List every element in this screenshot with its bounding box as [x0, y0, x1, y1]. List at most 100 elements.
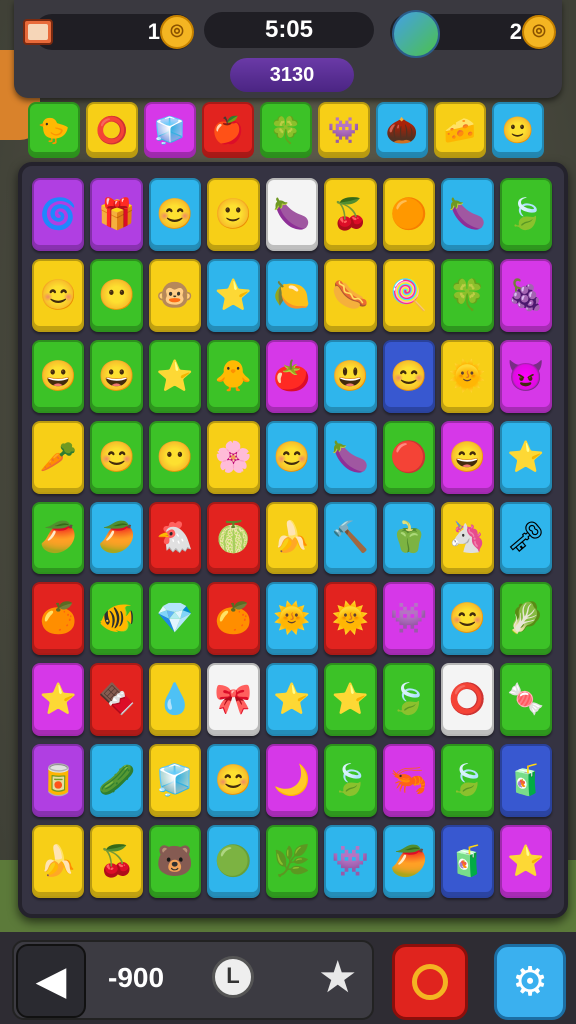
game-tile[interactable]: 😊 [148, 178, 202, 251]
game-tile[interactable]: 😈 [499, 339, 552, 413]
game-tile[interactable]: 🐥 [207, 339, 260, 413]
game-tile[interactable]: 🦄 [441, 501, 494, 575]
settings-button[interactable]: ⚙ [494, 944, 566, 1020]
game-tile[interactable]: 🧊 [148, 744, 202, 818]
game-tile[interactable]: ⭐ [32, 663, 85, 737]
game-tile[interactable]: 🔨 [324, 501, 377, 575]
game-tile[interactable]: 🍆 [265, 178, 319, 251]
left-count: 1 [147, 19, 160, 44]
coin-icon: ◎ [160, 15, 194, 49]
game-tile[interactable]: 🍅 [265, 339, 319, 413]
game-tile[interactable]: 🐻 [148, 825, 202, 898]
globe-icon[interactable] [392, 10, 440, 58]
game-tile[interactable]: 🍒 [324, 178, 377, 251]
back-arrow-icon: ◀ [35, 959, 67, 1003]
game-tile[interactable]: ⭕ [441, 663, 494, 737]
game-tile[interactable]: 😀 [90, 339, 143, 413]
game-tile[interactable]: 💧 [148, 663, 202, 737]
preview-tile: 🍎 [202, 102, 254, 158]
game-tile[interactable]: 😊 [382, 339, 436, 413]
game-tile[interactable]: ⭐ [324, 663, 377, 737]
game-tile[interactable]: 🍃 [441, 744, 494, 818]
game-tile[interactable]: 🍇 [499, 258, 552, 332]
game-tile[interactable]: 🍬 [499, 663, 552, 737]
preview-tile: 🧊 [144, 102, 196, 158]
game-tile[interactable]: 🥒 [90, 744, 143, 818]
game-tile[interactable]: 🍀 [441, 258, 494, 332]
game-tile[interactable]: 🍭 [382, 258, 436, 332]
game-tile[interactable]: 🐠 [90, 582, 143, 656]
game-tile[interactable]: 🔴 [382, 420, 436, 494]
game-tile[interactable]: 🧃 [441, 825, 494, 898]
game-tile[interactable]: ⭐ [148, 339, 202, 413]
game-tile[interactable]: 🌭 [324, 258, 377, 332]
game-tile[interactable]: 👾 [324, 825, 377, 898]
game-tile[interactable]: 😃 [324, 339, 377, 413]
game-tile[interactable]: 🍌 [265, 501, 319, 575]
game-tile[interactable]: 🟠 [382, 178, 436, 251]
game-board: 🌀 🎁 😊 🙂 🍆 🍒 🟠 🍆 🍃 😊 😶 🐵 ⭐ 🍋 🌭 🍭 🍀 🍇 😀 😀 ⭐ 🐥 🍅 😃 😊 🌞 😈 🥕 😊 😶 🌸 😊 🍆 🔴 😄 ⭐ 🥭 🥭 🐔 🍈… [18, 162, 568, 918]
game-tile[interactable]: 💎 [148, 582, 202, 656]
game-tile[interactable]: 🍃 [382, 663, 436, 737]
game-tile[interactable]: 😊 [265, 420, 319, 494]
game-tile[interactable]: 🌞 [324, 582, 377, 656]
game-tile[interactable]: 🌀 [32, 178, 85, 251]
preview-tile: 🐤 [28, 102, 80, 158]
game-tile[interactable]: 🍫 [90, 663, 143, 737]
game-tile[interactable]: 🍈 [207, 501, 260, 575]
game-tile[interactable]: ⭐ [265, 663, 319, 737]
game-tile[interactable]: 😄 [441, 420, 494, 494]
game-tile[interactable]: 🟢 [207, 825, 260, 898]
game-tile[interactable]: 🌞 [265, 582, 319, 656]
game-tile[interactable]: 🗝 [499, 501, 552, 575]
clock-icon[interactable]: L [212, 956, 254, 998]
game-tile[interactable]: 🍒 [90, 825, 143, 898]
game-tile[interactable]: 🥕 [32, 420, 85, 494]
game-tile[interactable]: 👾 [382, 582, 436, 656]
game-tile[interactable]: 🥬 [499, 582, 552, 656]
game-tile[interactable]: 🌞 [441, 339, 494, 413]
game-tile[interactable]: 😶 [90, 258, 143, 332]
top-hud: 1 ◎ 5:05 2 ◎ 3130 [14, 0, 562, 98]
game-tile[interactable]: 🐔 [148, 501, 202, 575]
star-icon[interactable]: ★ [318, 952, 357, 1003]
game-tile[interactable]: 🐵 [148, 258, 202, 332]
game-tile[interactable]: 🌿 [265, 825, 319, 898]
game-tile[interactable]: 🍌 [32, 825, 85, 898]
game-tile[interactable]: 🌙 [265, 744, 319, 818]
right-count: 2 [509, 19, 522, 44]
game-tile[interactable]: 🍊 [207, 582, 260, 656]
book-icon[interactable] [18, 12, 58, 52]
game-tile[interactable]: 🥭 [382, 825, 436, 898]
game-tile[interactable]: 🍊 [32, 582, 85, 656]
game-tile[interactable]: ⭐ [499, 420, 552, 494]
game-tile[interactable]: 😊 [32, 258, 85, 332]
game-tile[interactable]: 🧃 [499, 744, 552, 818]
game-tile[interactable]: ⭐ [207, 258, 260, 332]
game-tile[interactable]: 🍆 [324, 420, 377, 494]
game-tile[interactable]: 🥭 [90, 501, 143, 575]
preview-row: 🐤 ⭕ 🧊 🍎 🍀 👾 🌰 🧀 🙂 [28, 102, 552, 160]
game-tile[interactable]: 😀 [32, 339, 85, 413]
preview-tile: 🌰 [376, 102, 428, 158]
game-tile[interactable]: 🥫 [32, 744, 85, 818]
game-tile[interactable]: 🌸 [207, 420, 260, 494]
game-tile[interactable]: ⭐ [499, 825, 552, 898]
game-tile[interactable]: 🙂 [207, 178, 260, 251]
game-tile[interactable]: 🎀 [207, 663, 260, 737]
game-tile[interactable]: 😊 [441, 582, 494, 656]
game-tile[interactable]: 🍋 [265, 258, 319, 332]
game-tile[interactable]: 😊 [90, 420, 143, 494]
game-tile[interactable]: 😊 [207, 744, 260, 818]
back-button[interactable]: ◀ [16, 944, 86, 1018]
game-tile[interactable]: 🫑 [382, 501, 436, 575]
game-tile[interactable]: 🍆 [441, 178, 494, 251]
game-tile[interactable]: 🥭 [32, 501, 85, 575]
game-tile[interactable]: 🎁 [90, 178, 143, 251]
power-button-icon [412, 964, 448, 1000]
game-tile[interactable]: 😶 [148, 420, 202, 494]
game-tile[interactable]: 🦐 [382, 744, 436, 818]
game-tile[interactable]: 🍃 [324, 744, 377, 818]
game-tile[interactable]: 🍃 [499, 178, 552, 251]
power-button[interactable] [392, 944, 468, 1020]
